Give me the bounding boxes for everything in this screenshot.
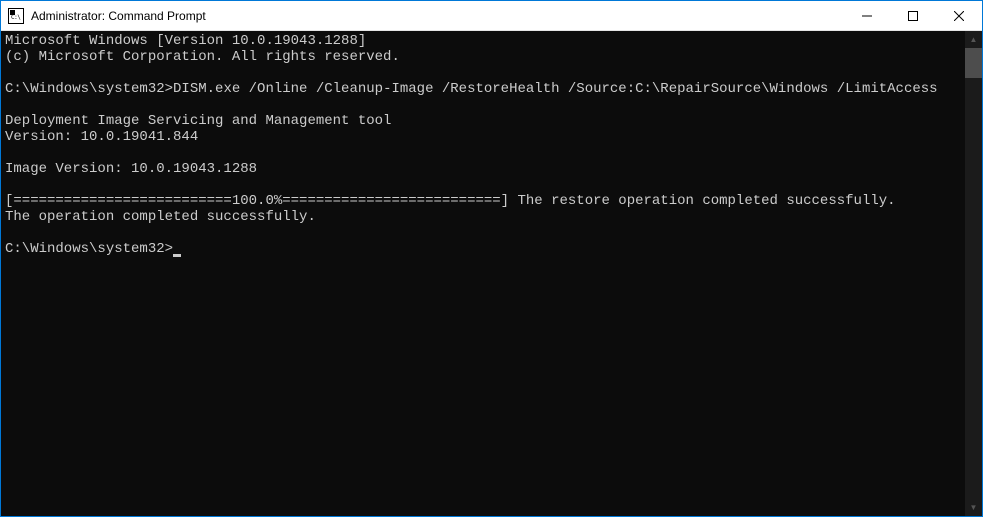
dism-tool-title: Deployment Image Servicing and Managemen… — [5, 113, 391, 129]
minimize-icon — [862, 11, 872, 21]
image-version: Image Version: 10.0.19043.1288 — [5, 161, 257, 177]
console-area: Microsoft Windows [Version 10.0.19043.12… — [1, 31, 982, 516]
vertical-scrollbar[interactable]: ▲ ▼ — [965, 31, 982, 516]
cursor — [173, 254, 181, 257]
scroll-thumb[interactable] — [965, 48, 982, 78]
scroll-up-arrow-icon[interactable]: ▲ — [965, 31, 982, 48]
command-prompt-window: Administrator: Command Prompt Microsoft … — [1, 1, 982, 516]
progress-bar-line: [==========================100.0%=======… — [5, 193, 896, 209]
maximize-icon — [908, 11, 918, 21]
titlebar[interactable]: Administrator: Command Prompt — [1, 1, 982, 31]
scroll-down-arrow-icon[interactable]: ▼ — [965, 499, 982, 516]
dism-tool-version: Version: 10.0.19041.844 — [5, 129, 198, 145]
completed-line: The operation completed successfully. — [5, 209, 316, 225]
maximize-button[interactable] — [890, 1, 936, 30]
window-title: Administrator: Command Prompt — [31, 9, 844, 23]
banner-line-1: Microsoft Windows [Version 10.0.19043.12… — [5, 33, 366, 49]
prompt-1: C:\Windows\system32> — [5, 81, 173, 97]
console-output[interactable]: Microsoft Windows [Version 10.0.19043.12… — [1, 31, 965, 516]
cmd-icon — [8, 8, 24, 24]
prompt-2: C:\Windows\system32> — [5, 241, 173, 257]
command-1: DISM.exe /Online /Cleanup-Image /Restore… — [173, 81, 938, 97]
close-icon — [954, 11, 964, 21]
close-button[interactable] — [936, 1, 982, 30]
minimize-button[interactable] — [844, 1, 890, 30]
scroll-track[interactable] — [965, 48, 982, 499]
window-controls — [844, 1, 982, 30]
banner-line-2: (c) Microsoft Corporation. All rights re… — [5, 49, 400, 65]
